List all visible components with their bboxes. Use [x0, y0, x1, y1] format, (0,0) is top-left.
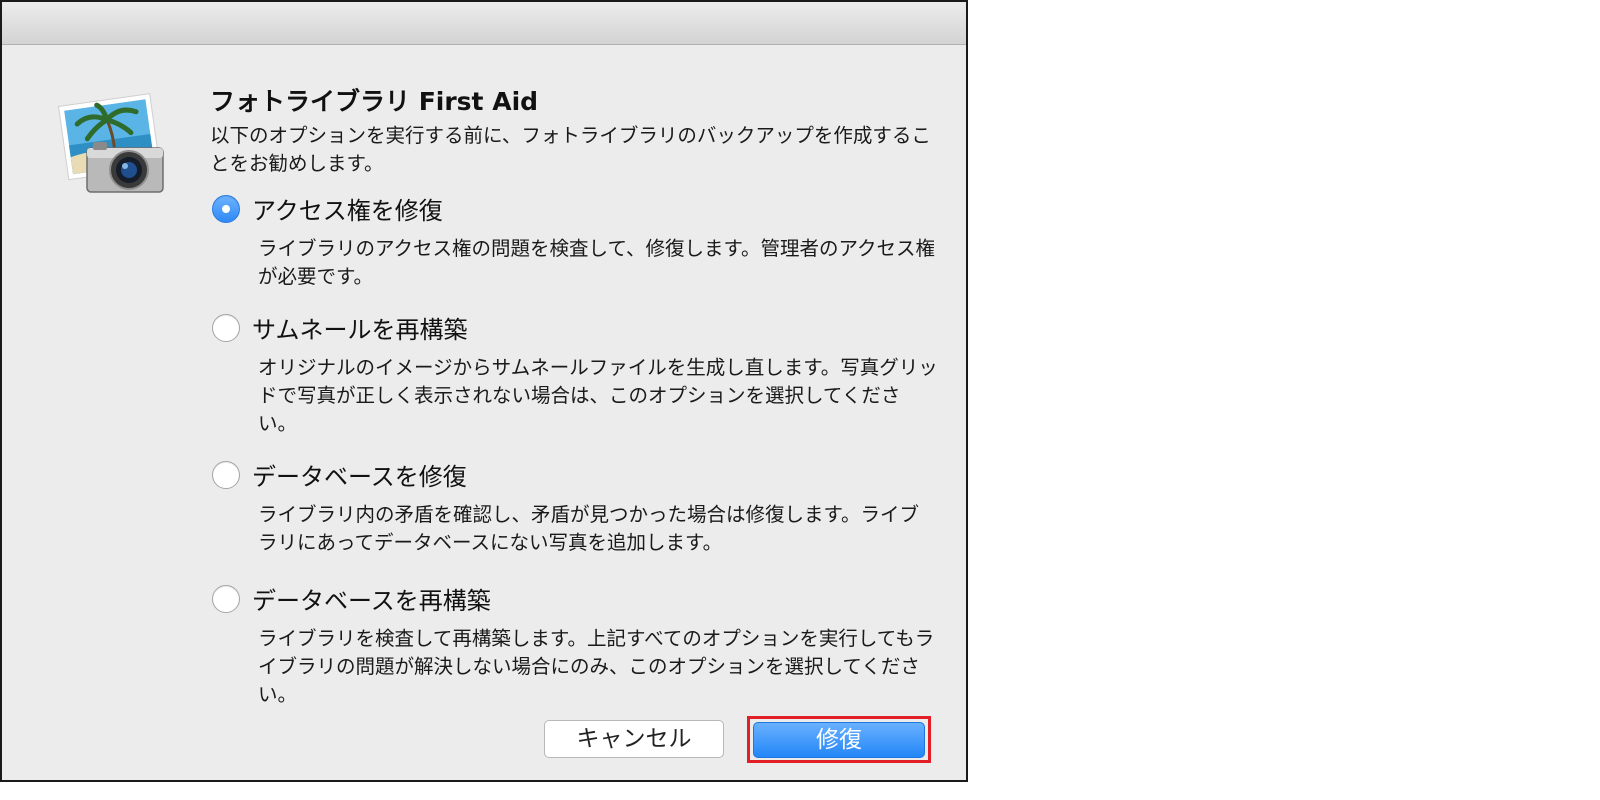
first-aid-dialog: フォトライブラリ First Aid 以下のオプションを実行する前に、フォトライ… [0, 0, 968, 782]
radio-rebuild-thumbnails[interactable] [212, 314, 240, 342]
option-description: ライブラリ内の矛盾を確認し、矛盾が見つかった場合は修復します。ライブラリにあって… [258, 503, 920, 554]
option-description: ライブラリのアクセス権の問題を検査して、修復します。管理者のアクセス権が必要です… [258, 237, 936, 288]
option-label[interactable]: データベースを修復 [252, 457, 467, 492]
photo-camera-icon [57, 93, 164, 193]
option-description: ライブラリを検査して再構築します。上記すべてのオプションを実行してもライブラリの… [258, 627, 935, 706]
option-label[interactable]: アクセス権を修復 [252, 191, 443, 226]
radio-rebuild-database[interactable] [212, 585, 240, 613]
option-label[interactable]: データベースを再構築 [252, 581, 491, 616]
radio-repair-database[interactable] [212, 461, 240, 489]
window-titlebar[interactable] [2, 2, 966, 45]
cancel-button[interactable]: キャンセル [544, 720, 724, 758]
option-label[interactable]: サムネールを再構築 [252, 310, 468, 345]
dialog-title: フォトライブラリ First Aid [210, 87, 539, 116]
radio-repair-permissions[interactable] [212, 195, 240, 223]
dialog-intro-text: 以下のオプションを実行する前に、フォトライブラリのバックアップを作成することをお… [210, 124, 931, 175]
repair-button[interactable]: 修復 [753, 722, 925, 758]
option-description: オリジナルのイメージからサムネールファイルを生成し直します。写真グリッドで写真が… [258, 356, 938, 435]
